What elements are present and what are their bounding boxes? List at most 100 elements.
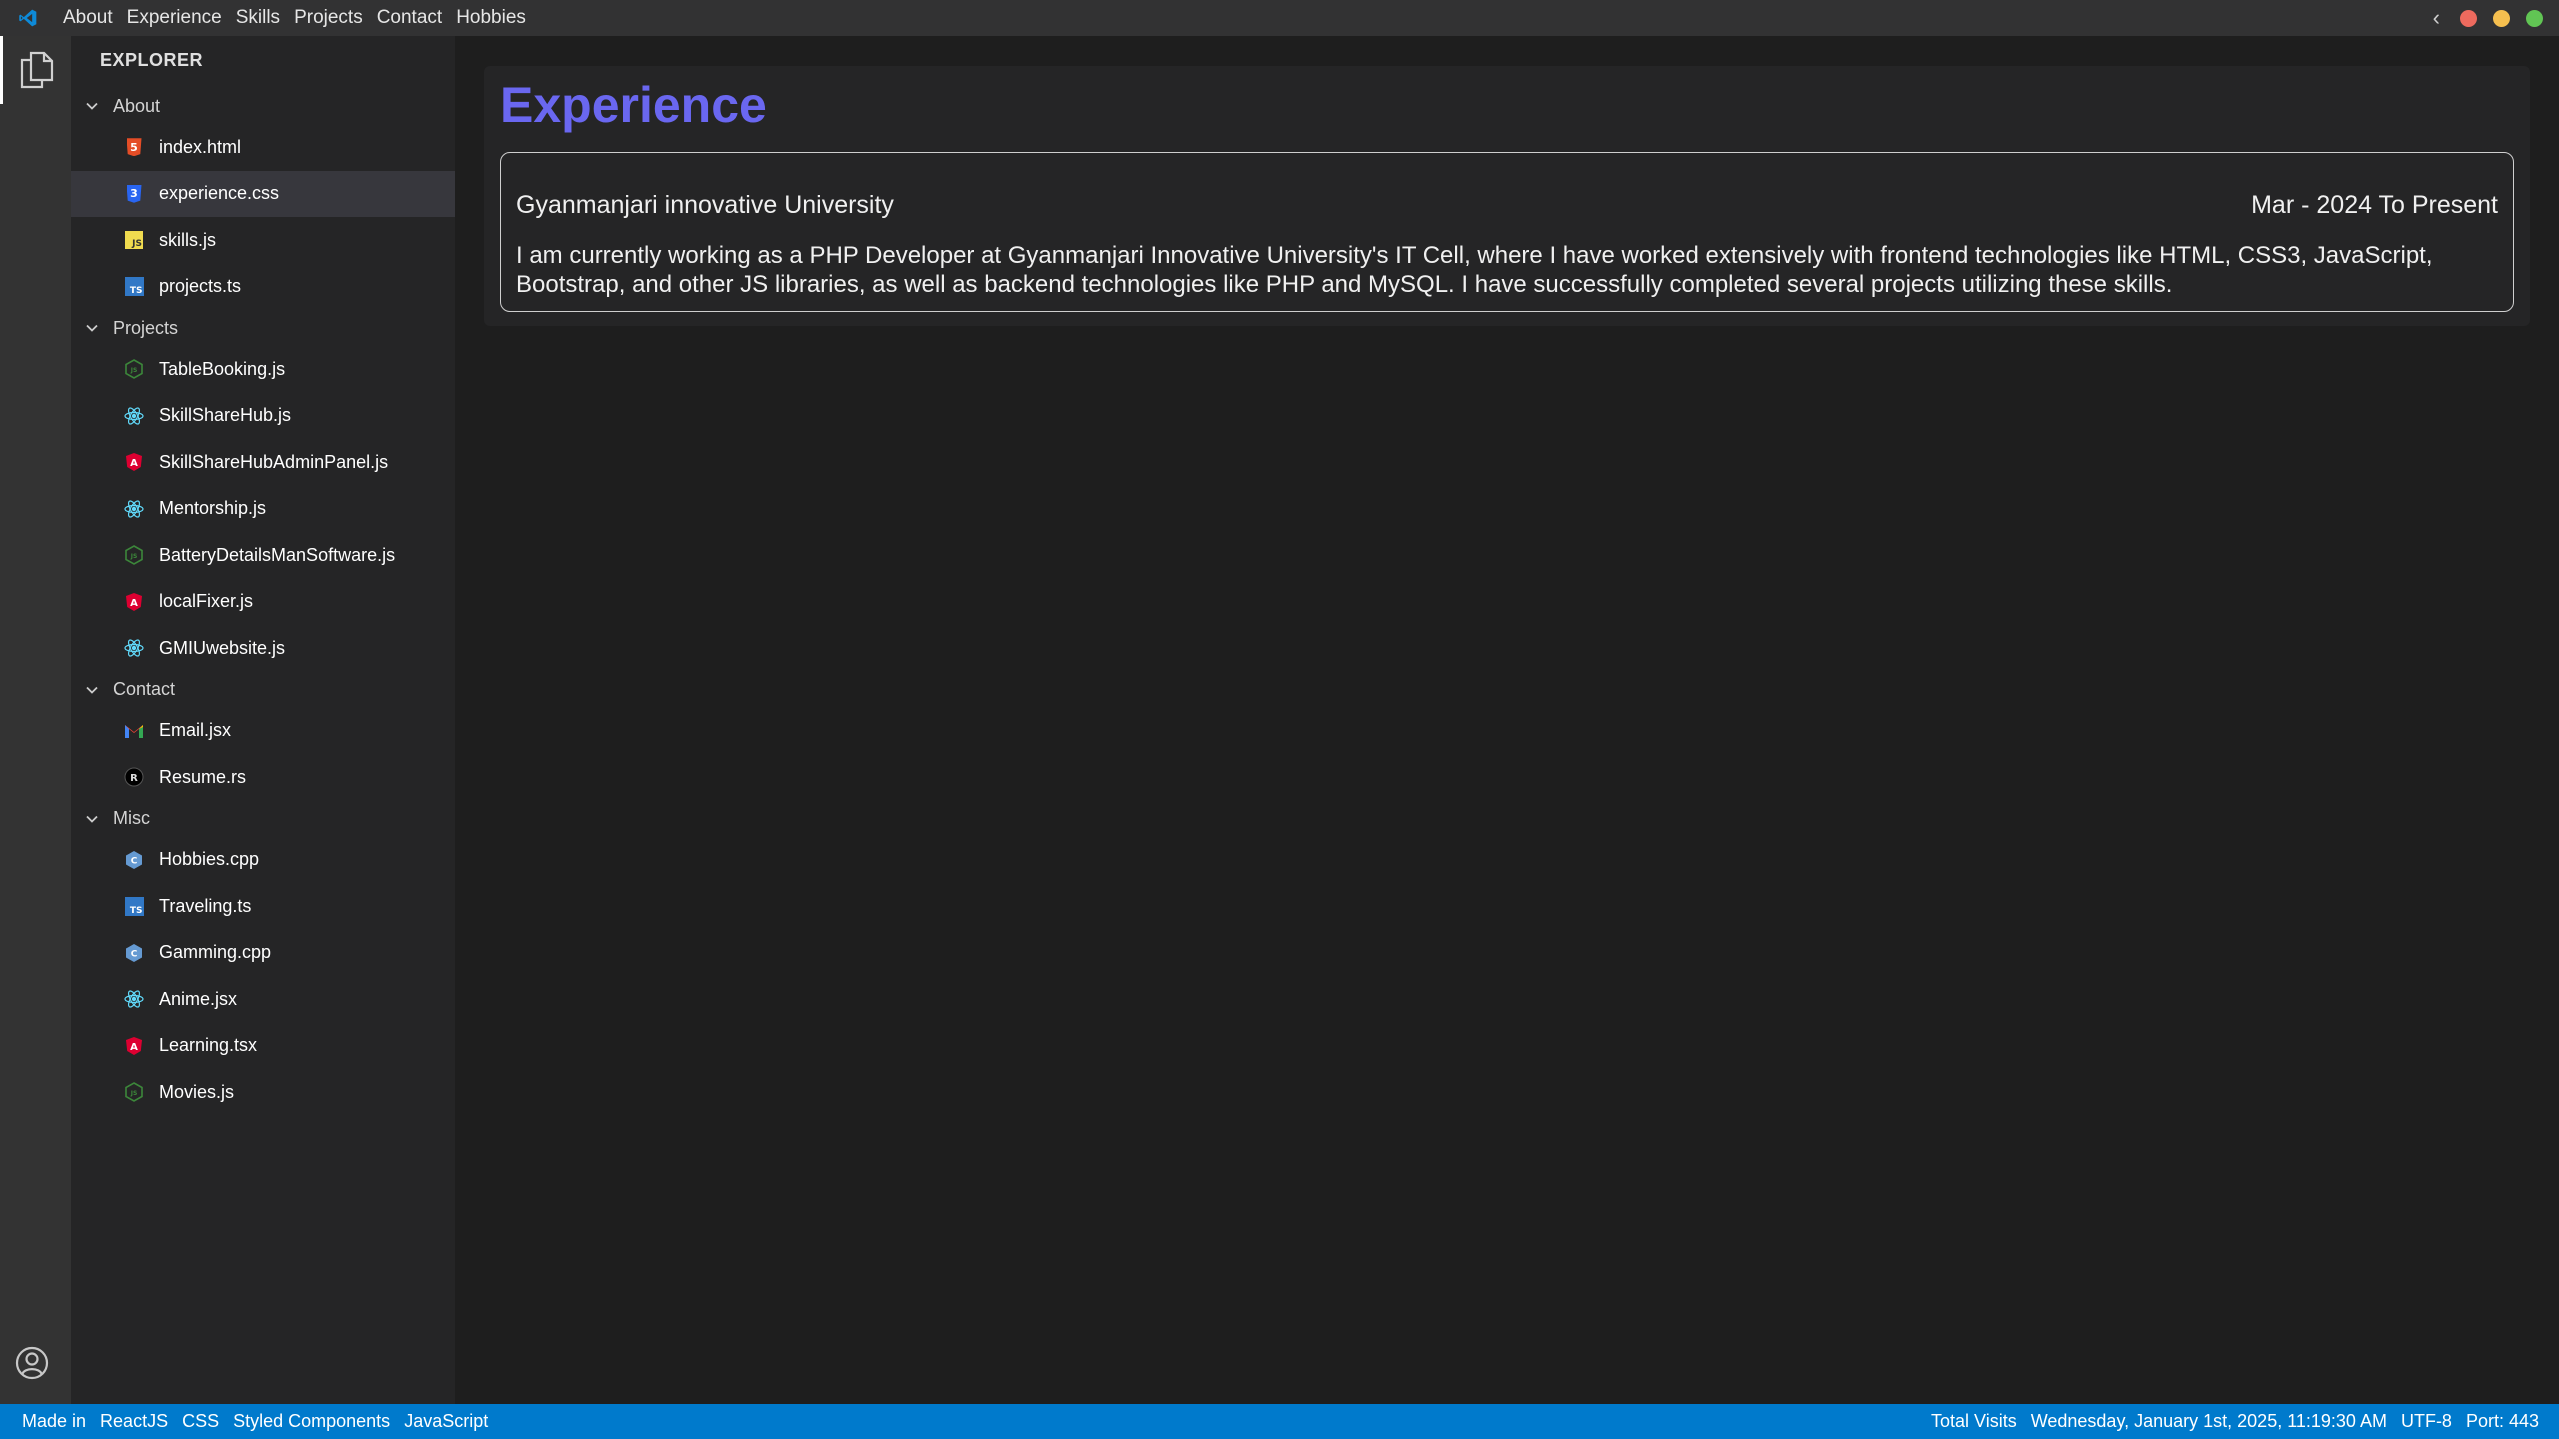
svg-text:JS: JS (130, 553, 138, 560)
file-name: Gamming.cpp (159, 942, 272, 963)
file-name: TableBooking.js (159, 358, 286, 379)
editor-area: Experience Gyanmanjari innovative Univer… (455, 36, 2559, 1404)
status-css: CSS (182, 1411, 220, 1431)
status-encoding: UTF-8 (2400, 1411, 2452, 1431)
file-item[interactable]: C Gamming.cpp (71, 930, 455, 977)
file-name: projects.ts (159, 276, 242, 297)
ts-icon: TS (123, 895, 145, 917)
activity-bar (0, 36, 71, 1404)
file-item[interactable]: Anime.jsx (71, 976, 455, 1023)
status-bar: Made in ReactJS CSS Styled Components Ja… (0, 1404, 2559, 1439)
close-window-button[interactable] (2460, 9, 2477, 27)
node-icon: JS (123, 358, 145, 380)
explorer-header: EXPLORER (100, 50, 204, 70)
file-item[interactable]: JS Movies.js (71, 1069, 455, 1116)
folder-misc[interactable]: Misc (71, 801, 455, 837)
file-item[interactable]: R Resume.rs (71, 754, 455, 801)
status-total-visits: Total Visits (1931, 1411, 2017, 1431)
file-item[interactable]: JS BatteryDetailsManSoftware.js (71, 532, 455, 579)
menu-item-experience[interactable]: Experience (120, 0, 229, 36)
react-icon (123, 405, 145, 427)
file-item[interactable]: JS skills.js (71, 217, 455, 264)
svg-text:C: C (131, 856, 138, 866)
file-item[interactable]: Email.jsx (71, 708, 455, 755)
file-tree: About 5 index.html 3 experience.css JS skills.… (71, 88, 455, 1116)
file-item[interactable]: AlocalFixer.js (71, 579, 455, 626)
status-styled-components: Styled Components (233, 1411, 391, 1431)
file-name: skills.js (159, 229, 216, 250)
file-name: GMIUwebsite.js (159, 637, 286, 658)
file-name: Learning.tsx (159, 1035, 258, 1056)
status-datetime: Wednesday, January 1st, 2025, 11:19:30 A… (2030, 1411, 2387, 1431)
explorer-files-icon[interactable] (0, 36, 71, 104)
cpp-icon: C (123, 849, 145, 871)
file-item[interactable]: JS TableBooking.js (71, 346, 455, 393)
html-icon: 5 (123, 136, 145, 158)
file-name: experience.css (159, 183, 280, 204)
experience-description: I am currently working as a PHP Develope… (516, 242, 2433, 298)
file-name: Traveling.ts (159, 895, 252, 916)
chevron-down-icon (86, 324, 98, 332)
cpp-icon: C (123, 942, 145, 964)
file-item[interactable]: 3 experience.css (71, 170, 455, 217)
folder-projects[interactable]: Projects (71, 310, 455, 346)
react-icon (123, 988, 145, 1010)
svg-text:A: A (130, 458, 138, 469)
file-name: Mentorship.js (159, 498, 267, 519)
folder-about[interactable]: About (71, 88, 455, 124)
menu-item-projects[interactable]: Projects (287, 0, 370, 36)
file-name: Resume.rs (159, 766, 247, 787)
window-controls: ‹ (2433, 0, 2543, 36)
angular-icon: A (123, 591, 145, 613)
file-item[interactable]: C Hobbies.cpp (71, 837, 455, 884)
page-title: Experience (500, 77, 767, 133)
explorer-sidebar: EXPLORER About 5 index.html 3 experience.css… (71, 36, 455, 1404)
vscode-logo-icon (0, 0, 56, 36)
experience-organization: Gyanmanjari innovative University (516, 191, 894, 219)
folder-label: About (113, 95, 161, 116)
menu-item-about[interactable]: About (56, 0, 120, 36)
folder-contact[interactable]: Contact (71, 672, 455, 708)
react-icon (123, 498, 145, 520)
folder-label: Projects (113, 317, 179, 338)
file-item[interactable]: A Learning.tsx (71, 1023, 455, 1070)
ts-icon: TS (123, 276, 145, 298)
file-name: localFixer.js (159, 591, 254, 612)
status-reactjs: ReactJS (100, 1411, 169, 1431)
menu-item-contact[interactable]: Contact (370, 0, 449, 36)
experience-period: Mar - 2024 To Present (2251, 191, 2498, 219)
minimize-window-button[interactable] (2493, 9, 2510, 27)
file-name: index.html (159, 136, 242, 157)
file-name: SkillShareHubAdminPanel.js (159, 451, 389, 472)
file-item[interactable]: GMIUwebsite.js (71, 625, 455, 672)
react-icon (123, 637, 145, 659)
file-name: Hobbies.cpp (159, 849, 260, 870)
title-bar: About Experience Skills Projects Contact… (0, 0, 2559, 36)
file-item[interactable]: Mentorship.js (71, 486, 455, 533)
menu-item-hobbies[interactable]: Hobbies (449, 0, 533, 36)
account-icon[interactable] (14, 1345, 50, 1386)
gmail-icon (123, 720, 145, 742)
file-name: BatteryDetailsManSoftware.js (159, 544, 396, 565)
chevron-down-icon (86, 686, 98, 694)
experience-panel: Experience Gyanmanjari innovative Univer… (484, 66, 2530, 326)
maximize-window-button[interactable] (2526, 9, 2543, 27)
file-name: Email.jsx (159, 720, 232, 741)
status-port: Port: 443 (2465, 1411, 2539, 1431)
file-item[interactable]: A SkillShareHubAdminPanel.js (71, 439, 455, 486)
file-item[interactable]: TS Traveling.ts (71, 883, 455, 930)
file-item[interactable]: SkillShareHub.js (71, 393, 455, 440)
file-item[interactable]: 5 index.html (71, 124, 455, 171)
file-item[interactable]: TS projects.ts (71, 264, 455, 311)
experience-card: Gyanmanjari innovative University Mar - … (500, 152, 2514, 312)
angular-icon: A (123, 451, 145, 473)
top-menu: About Experience Skills Projects Contact… (56, 0, 533, 36)
folder-label: Misc (113, 808, 150, 828)
status-javascript: JavaScript (404, 1411, 489, 1431)
svg-text:A: A (130, 1042, 138, 1053)
menu-item-skills[interactable]: Skills (229, 0, 287, 36)
node-icon: JS (123, 1081, 145, 1103)
status-made-in: Made in (22, 1411, 87, 1431)
file-name: Movies.js (159, 1081, 235, 1102)
chevron-left-icon[interactable]: ‹ (2433, 5, 2440, 31)
